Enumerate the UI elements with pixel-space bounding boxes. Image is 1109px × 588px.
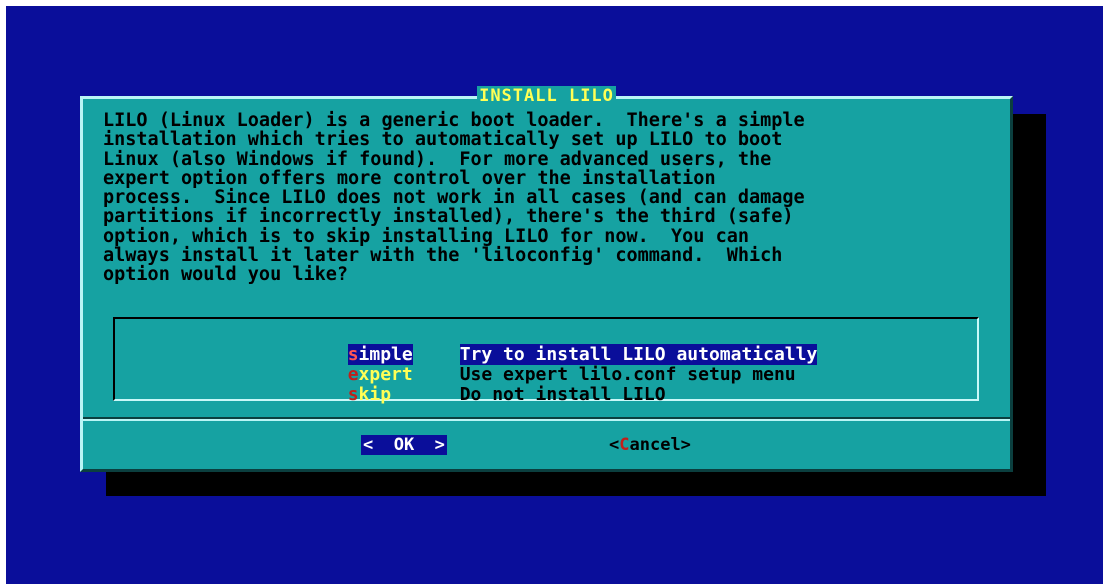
ok-button[interactable]: < OK > xyxy=(361,435,447,455)
dialog-title-bar: INSTALL LILO xyxy=(83,86,1010,106)
terminal-screen: INSTALL LILO LILO (Linux Loader) is a ge… xyxy=(6,6,1103,584)
button-separator-highlight xyxy=(83,419,1010,421)
menu-item-simple[interactable]: simple Try to install LILO automatically xyxy=(261,323,818,365)
install-lilo-dialog: INSTALL LILO LILO (Linux Loader) is a ge… xyxy=(80,86,1013,472)
dialog-title: INSTALL LILO xyxy=(477,86,616,106)
menu-item-expert[interactable]: expert Use expert lilo.conf setup menu xyxy=(261,343,796,385)
dialog-message: LILO (Linux Loader) is a generic boot lo… xyxy=(103,110,805,286)
menu-item-skip[interactable]: skip Do not install LILO xyxy=(261,363,666,405)
menu-item-description: Do not install LILO xyxy=(459,384,666,405)
menu-list: simple Try to install LILO automatically … xyxy=(113,317,979,405)
menu-item-tag: skip xyxy=(347,384,392,405)
cancel-button[interactable]: <Cancel> xyxy=(609,435,691,455)
